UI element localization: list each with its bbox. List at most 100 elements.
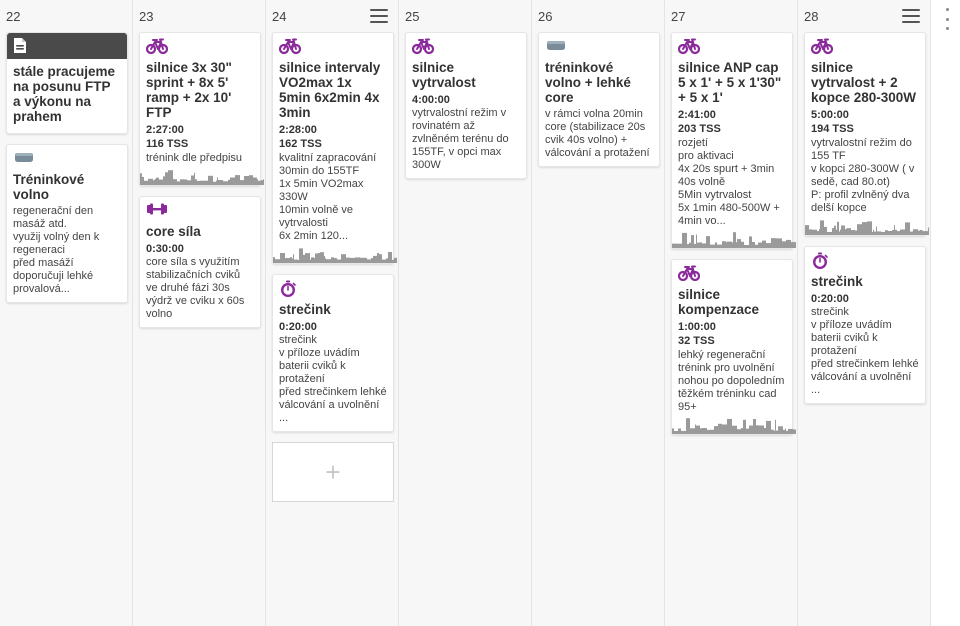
day-header: 25 [399,0,531,32]
day-column: 25 silnice vytrvalost 4:00:00 vytrvalostní … [399,0,532,626]
day-column: 24 silnice intervaly VO2max 1x 5min 6x2mi… [266,0,399,626]
rest-icon [13,150,121,168]
rest-icon [545,38,653,56]
plus-icon: + [325,456,341,487]
bike-icon [677,265,786,283]
workout-duration: 2:27:00 [146,124,184,136]
stopwatch-icon [811,252,919,270]
workout-card-bike[interactable]: silnice vytrvalost + 2 kopce 280-300W 5:0… [804,32,929,236]
day-header: 22 [0,0,132,32]
day-header: 28 [798,0,930,32]
workout-title: silnice 3x 30" sprint + 8x 5' ramp + 2x … [146,60,232,120]
day-number: 22 [6,8,21,24]
add-workout-button[interactable]: + [272,442,394,502]
workout-title: strečink [811,274,863,289]
hamburger-menu-icon[interactable] [370,9,388,23]
week-calendar: 22 stále pracujeme na posunu FTP a výkonu… [0,0,931,626]
workout-card-bike[interactable]: silnice ANP cap 5 x 1' + 5 x 1'30" + 5 x… [671,32,796,249]
workout-title: strečink [279,302,331,317]
day-number: 28 [804,8,819,24]
workout-list: silnice 3x 30" sprint + 8x 5' ramp + 2x … [133,32,265,328]
note-title: stále pracujeme na posunu FTP a výkonu n… [13,64,116,124]
note-body: stále pracujeme na posunu FTP a výkonu n… [7,59,127,133]
day-column: 22 stále pracujeme na posunu FTP a výkonu… [0,0,133,626]
workout-duration: 4:00:00 [412,94,450,106]
stopwatch-icon [279,280,387,298]
workout-duration: 0:20:00 [279,321,317,333]
more-options-icon[interactable] [944,8,950,30]
workout-description: rozjetí pro aktivaci 4x 20s spurt + 3min… [678,137,780,227]
workout-tss: 116 TSS [146,138,189,150]
workout-profile-graph [805,219,929,235]
workout-description: lehký regenerační trénink pro uvolnění n… [678,349,785,413]
workout-title: tréninkové volno + lehké core [545,60,631,105]
workout-card-stretch[interactable]: strečink 0:20:00 strečink v příloze uvádím… [272,274,394,432]
workout-card-rest[interactable]: tréninkové volno + lehké core v rámci vol… [538,32,660,167]
workout-title: core síla [146,224,201,239]
workout-card-strength[interactable]: core síla 0:30:00 core síla s využitím sta… [139,196,261,328]
bike-icon [810,38,919,56]
workout-list: silnice vytrvalost 4:00:00 vytrvalostní re… [399,32,531,179]
workout-title: silnice kompenzace [678,287,760,317]
hamburger-menu-icon[interactable] [902,9,920,23]
workout-duration: 5:00:00 [811,109,849,121]
bike-icon [278,38,387,56]
workout-title: silnice vytrvalost [412,60,476,90]
workout-tss: 194 TSS [811,123,854,135]
workout-profile-graph [140,169,264,185]
workout-list: silnice vytrvalost + 2 kopce 280-300W 5:0… [798,32,930,404]
day-number: 23 [139,8,154,24]
day-header: 24 [266,0,398,32]
workout-description: vytrvalostní režim do 155 TF v kopci 280… [811,137,915,214]
day-column: 26 tréninkové volno + lehké core v rámci v… [532,0,665,626]
workout-description: regenerační den masáž atd. využij volný … [13,205,100,295]
workout-profile-graph [672,418,796,434]
workout-tss: 203 TSS [678,123,721,135]
day-header: 26 [532,0,664,32]
day-number: 24 [272,8,287,24]
workout-description: strečink v příloze uvádím baterii cviků … [279,334,387,424]
workout-profile-graph [672,232,796,248]
day-header: 27 [665,0,797,32]
day-header: 23 [133,0,265,32]
workout-card-bike[interactable]: silnice intervaly VO2max 1x 5min 6x2min … [272,32,397,264]
workout-title: Tréninkové volno [13,172,85,202]
workout-duration: 1:00:00 [678,321,716,333]
workout-list: silnice ANP cap 5 x 1' + 5 x 1'30" + 5 x… [665,32,797,435]
workout-card-bike[interactable]: silnice vytrvalost 4:00:00 vytrvalostní re… [405,32,527,179]
day-number: 27 [671,8,686,24]
dumbbell-icon [146,202,254,220]
workout-duration: 0:30:00 [146,243,184,255]
workout-duration: 2:28:00 [279,124,317,136]
workout-title: silnice vytrvalost + 2 kopce 280-300W [811,60,917,105]
workout-description: kvalitní zapracování 30min do 155TF 1x 5… [279,152,377,242]
bike-icon [411,38,520,56]
day-column: 28 silnice vytrvalost + 2 kopce 280-300W 5… [798,0,931,626]
day-column: 27 silnice ANP cap 5 x 1' + 5 x 1'30" + 5… [665,0,798,626]
day-number: 26 [538,8,553,24]
bike-icon [677,38,786,56]
document-icon [13,38,27,58]
workout-list: tréninkové volno + lehké core v rámci vol… [532,32,664,167]
workout-duration: 2:41:00 [678,109,716,121]
workout-title: silnice ANP cap 5 x 1' + 5 x 1'30" + 5 x… [678,60,782,105]
day-number: 25 [405,8,420,24]
workout-description: core síla s využitím stabilizačních cvik… [146,256,245,320]
workout-description: strečink v příloze uvádím baterii cviků … [811,306,919,396]
workout-list: silnice intervaly VO2max 1x 5min 6x2min … [266,32,398,502]
workout-card-bike[interactable]: silnice 3x 30" sprint + 8x 5' ramp + 2x … [139,32,264,186]
workout-tss: 162 TSS [279,138,322,150]
note-card[interactable]: stále pracujeme na posunu FTP a výkonu n… [6,32,128,134]
workout-description: vytrvalostní režim v rovinatém až zvlněn… [412,107,509,171]
workout-description: trénink dle předpisu [146,152,243,164]
workout-card-rest[interactable]: Tréninkové volno regenerační den masáž at… [6,144,128,303]
workout-title: silnice intervaly VO2max 1x 5min 6x2min … [279,60,381,120]
bike-icon [145,38,254,56]
workout-tss: 32 TSS [678,335,715,347]
workout-card-bike[interactable]: silnice kompenzace 1:00:00 32 TSS lehký reg… [671,259,796,435]
workout-duration: 0:20:00 [811,293,849,305]
workout-card-stretch[interactable]: strečink 0:20:00 strečink v příloze uvádím… [804,246,926,404]
workout-profile-graph [273,247,397,263]
workout-list: stále pracujeme na posunu FTP a výkonu n… [0,32,132,303]
workout-description: v rámci volna 20min core (stabilizace 20… [545,108,650,159]
